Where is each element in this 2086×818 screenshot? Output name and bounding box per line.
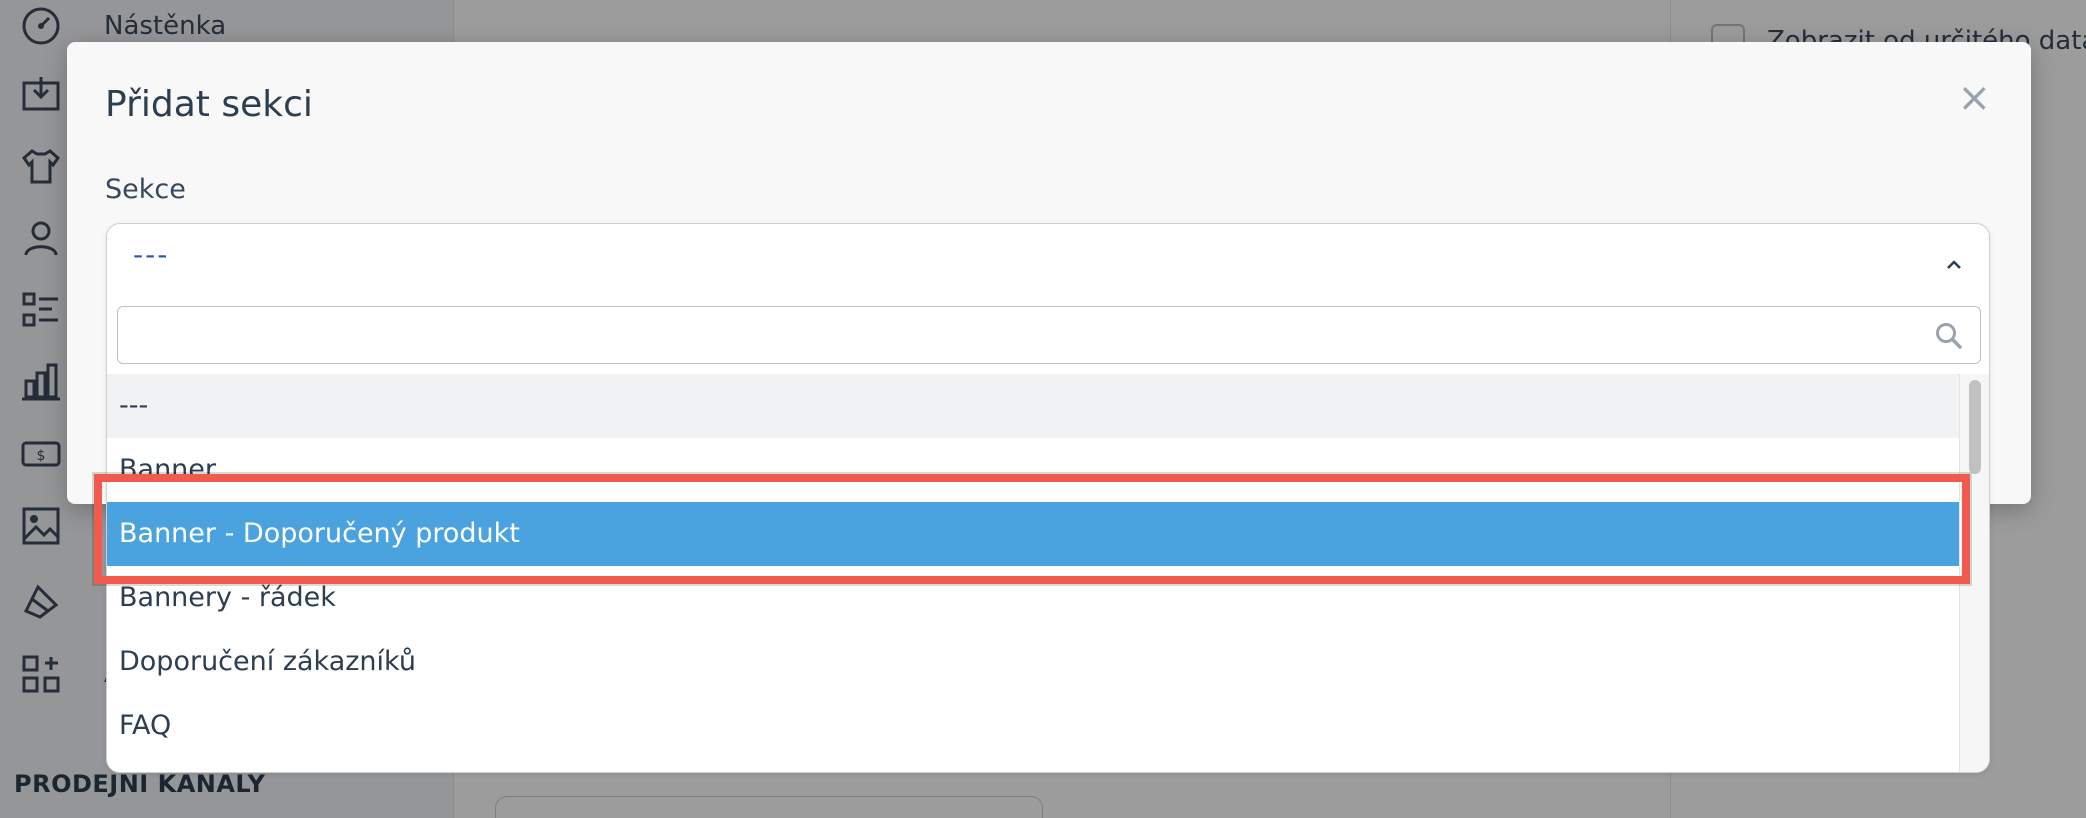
select-current-value[interactable]: ---	[133, 238, 169, 271]
annotation-highlight	[94, 474, 1970, 584]
chevron-up-icon[interactable]	[1945, 256, 1963, 274]
search-icon	[1936, 323, 1962, 349]
modal-title: Přidat sekci	[105, 84, 313, 125]
select-search-input[interactable]	[117, 306, 1981, 364]
select-option[interactable]: Doporučení zákazníků	[107, 630, 1959, 694]
scrollbar-thumb[interactable]	[1969, 380, 1981, 474]
section-field-label: Sekce	[105, 174, 186, 205]
select-option[interactable]: ---	[107, 374, 1959, 438]
close-icon[interactable]: ×	[1957, 78, 1991, 118]
select-option[interactable]: FAQ	[107, 694, 1959, 758]
